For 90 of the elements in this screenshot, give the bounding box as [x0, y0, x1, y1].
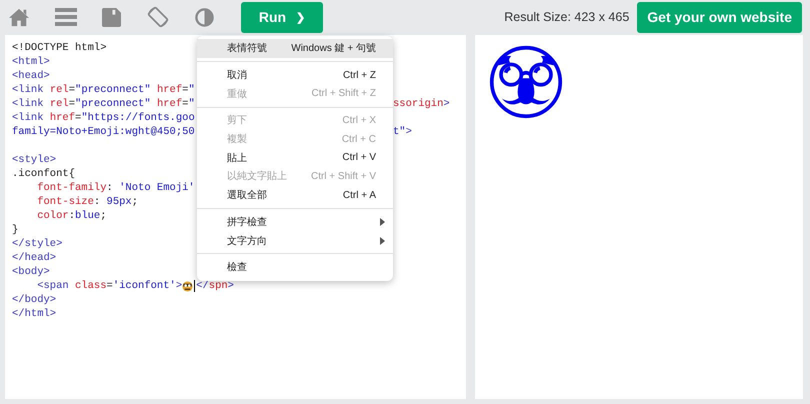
code-token: href: [50, 111, 76, 125]
code-token: <body>: [12, 265, 50, 279]
code-token: href: [156, 83, 182, 97]
menu-item[interactable]: 檢查: [197, 258, 393, 277]
code-token: blue: [75, 209, 100, 223]
code-token: </style>: [12, 237, 62, 251]
code-token: =: [68, 97, 76, 111]
code-token: "preconnect": [75, 83, 152, 97]
code-token: >: [443, 97, 450, 111]
menu-item[interactable]: 貼上 Ctrl + V: [197, 148, 393, 168]
emoji-face-icon: [182, 280, 194, 292]
code-token: "https://fonts.goo: [81, 111, 195, 125]
code-token: spn: [208, 279, 228, 293]
menu-shortcut: Ctrl + A: [342, 190, 377, 201]
code-token: </: [196, 279, 209, 293]
code-token: =: [182, 83, 188, 97]
code-token: =: [106, 279, 113, 293]
menu-shortcut: Ctrl + Z: [342, 70, 377, 81]
menu-shortcut: Windows 鍵 + 句號: [291, 42, 377, 56]
code-token: :: [68, 209, 76, 223]
menu-item-label: 拼字檢查: [227, 216, 268, 229]
code-token: .iconfont{: [12, 167, 76, 181]
code-token: </body>: [12, 293, 56, 307]
code-token: 'iconfont': [112, 279, 176, 293]
code-token: ;: [100, 209, 107, 223]
menu-item-label: 取消: [227, 68, 248, 82]
code-token: >: [228, 279, 234, 293]
home-icon[interactable]: [8, 7, 30, 27]
code-token: 95px: [106, 195, 132, 209]
code-token: ": [188, 97, 195, 111]
code-token: ssorigin: [393, 97, 444, 111]
menu-shortcut: Ctrl + Shift + V: [310, 170, 377, 182]
code-token: <!DOCTYPE html>: [12, 41, 107, 55]
menu-shortcut: Ctrl + C: [342, 134, 377, 145]
menu-item[interactable]: 表情符號 Windows 鍵 + 句號: [197, 39, 393, 58]
code-token: class: [75, 279, 107, 293]
code-token: <style>: [12, 153, 56, 167]
code-token: <head>: [12, 69, 50, 83]
rotate-icon[interactable]: [146, 5, 170, 29]
menu-item-label: 以純文字貼上: [227, 170, 288, 184]
menu-item[interactable]: 文字方向: [197, 231, 393, 250]
code-token: <link: [12, 97, 45, 111]
code-token: family=Noto+Emoji:wght@450;50: [12, 125, 195, 139]
code-token: font-family: [37, 181, 106, 195]
save-icon[interactable]: [102, 8, 121, 26]
code-token: 'Noto Emoji': [119, 181, 195, 195]
code-token: <html>: [12, 55, 50, 69]
code-token: font-size: [37, 195, 94, 209]
code-token: </html>: [12, 307, 56, 321]
menu-item[interactable]: 取消 Ctrl + Z: [197, 66, 393, 84]
code-token: <span: [37, 279, 70, 293]
code-token: ;: [132, 195, 138, 209]
menu-item-label: 剪下: [227, 114, 248, 128]
code-token: :: [94, 195, 102, 209]
code-token: <link: [12, 83, 45, 97]
menu-shortcut: Ctrl + X: [342, 114, 377, 126]
menu-item-label: 選取全部: [227, 188, 268, 202]
menu-item-label: 檢查: [227, 260, 248, 274]
code-token: }: [12, 223, 18, 237]
code-token: >: [176, 279, 182, 293]
code-token: =: [68, 83, 76, 97]
code-token: rel: [50, 97, 69, 111]
code-token: "preconnect": [75, 97, 152, 111]
contrast-icon[interactable]: [195, 8, 214, 26]
code-token: rel: [50, 83, 69, 97]
menu-shortcut: Ctrl + Shift + Z: [312, 88, 377, 100]
submenu-arrow-icon: [380, 236, 385, 245]
menu-item-label: 重做: [227, 88, 248, 101]
menu-item-label: 表情符號: [227, 42, 268, 56]
code-token: href: [156, 97, 182, 111]
menu-shortcut: Ctrl + V: [342, 152, 377, 164]
menu-icon[interactable]: [55, 7, 77, 27]
menu-item[interactable]: 選取全部 Ctrl + A: [197, 186, 393, 204]
menu-item-label: 貼上: [227, 152, 248, 165]
code-token: ": [188, 83, 195, 97]
code-token: color: [37, 209, 69, 223]
menu-item-label: 文字方向: [227, 234, 268, 248]
menu-item-label: 複製: [227, 132, 248, 146]
code-token: :: [106, 181, 114, 195]
result-size-label: Result Size: 423 x 465: [504, 10, 630, 24]
code-token: <link: [12, 111, 45, 125]
code-token: t": [393, 125, 406, 139]
text-cursor: [194, 280, 196, 292]
disguised-face-icon: [489, 45, 563, 119]
menu-item[interactable]: 拼字檢查: [197, 212, 393, 232]
code-token: </head>: [12, 251, 56, 265]
code-token: >: [406, 125, 412, 139]
code-token: =: [75, 111, 82, 125]
code-token: =: [182, 97, 188, 111]
submenu-arrow-icon: [380, 218, 385, 226]
